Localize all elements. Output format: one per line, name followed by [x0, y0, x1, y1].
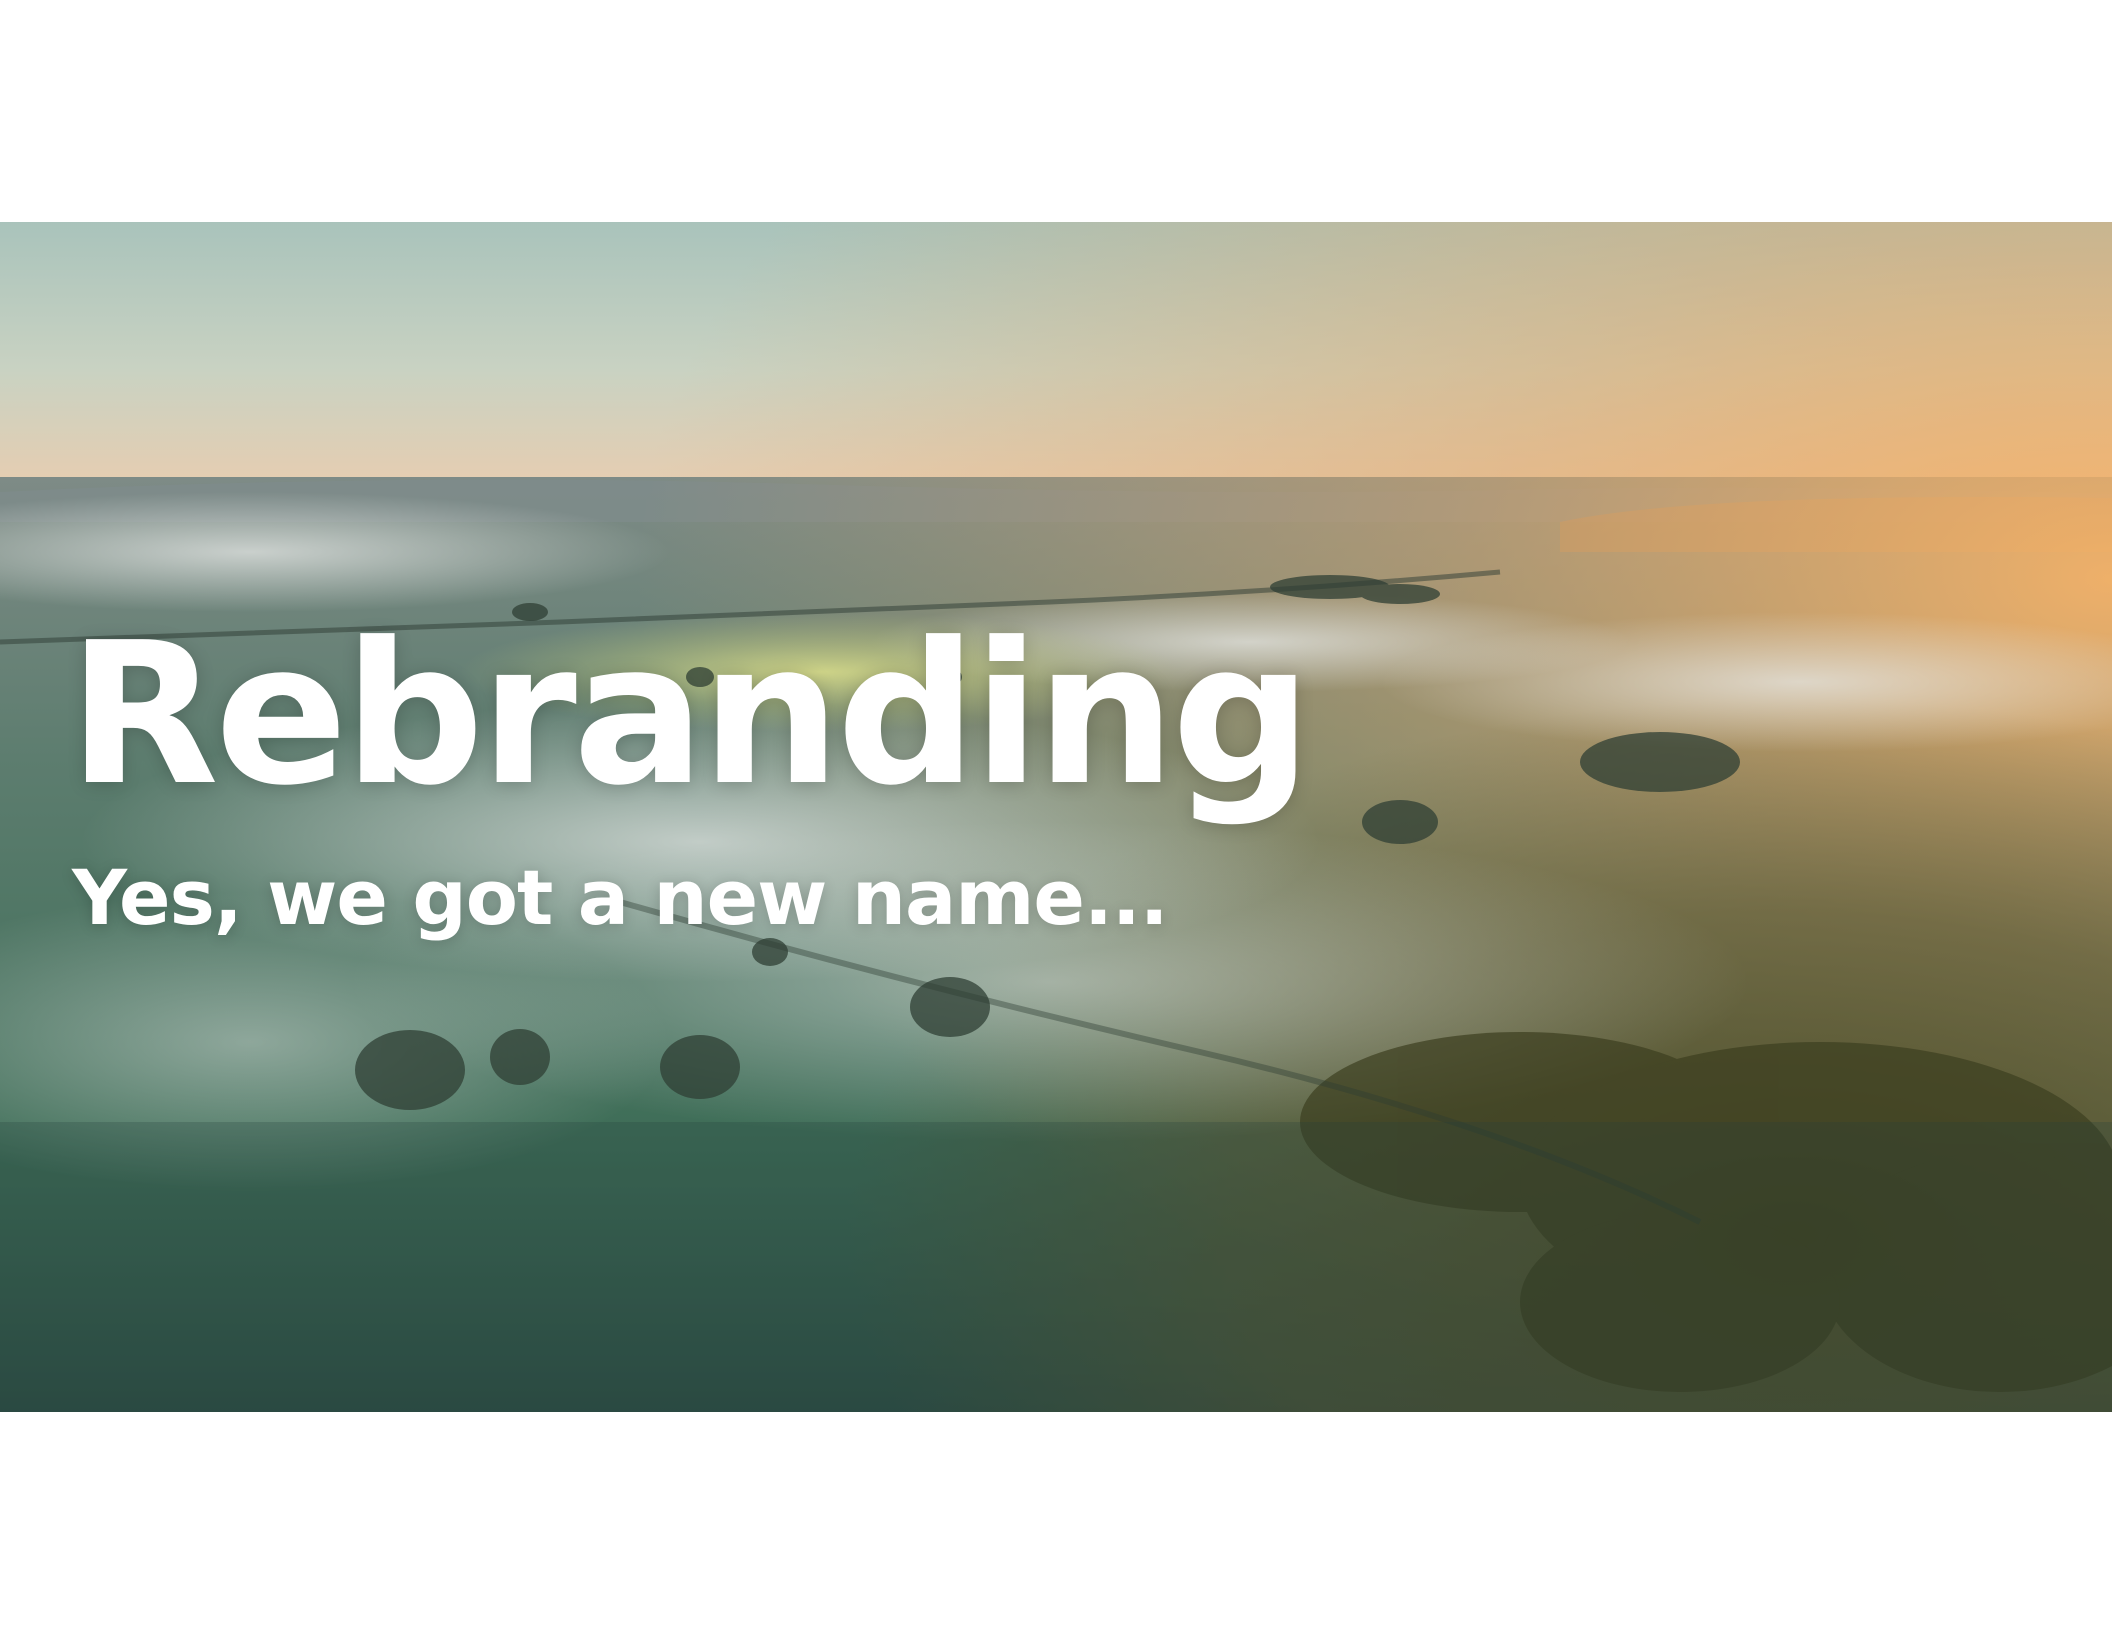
hero-image: Rebranding Yes, we got a new name...: [0, 222, 2112, 1412]
slide-subtitle: Yes, we got a new name...: [72, 853, 1169, 942]
slide-page: Rebranding Yes, we got a new name...: [0, 0, 2112, 1632]
slide-title: Rebranding: [68, 601, 1312, 829]
